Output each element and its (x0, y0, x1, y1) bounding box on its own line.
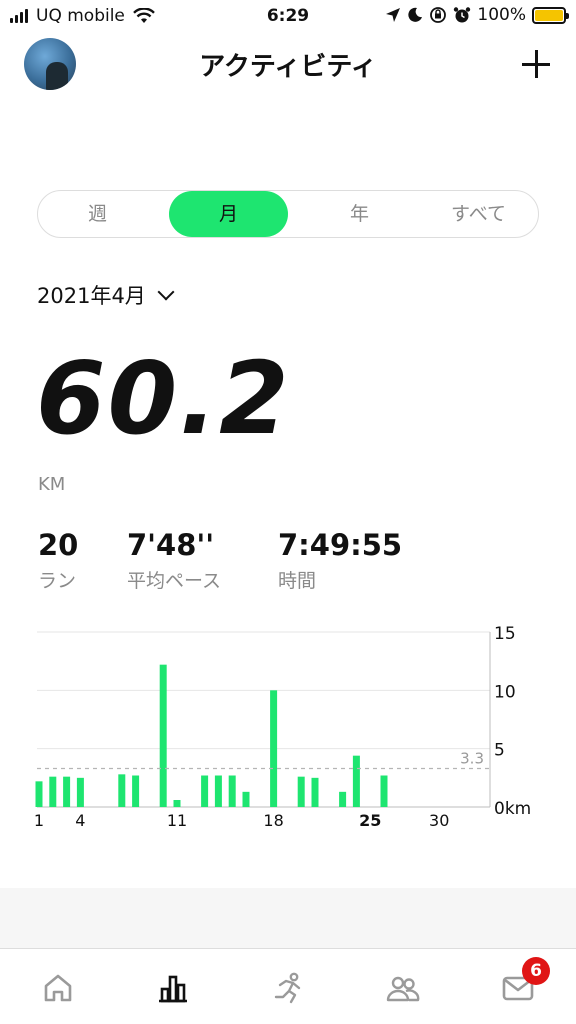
monthly-distance-chart: 15 10 5 0km 3.3 1 4 11 18 25 30 (34, 624, 531, 830)
y-tick-label: 15 (494, 624, 516, 644)
battery-icon (532, 6, 569, 24)
period-dropdown[interactable]: 2021年4月 (37, 280, 175, 310)
chart-bar (352, 755, 360, 807)
segment-month[interactable]: 月 (169, 191, 288, 237)
stat-runs-label: ラン (38, 570, 77, 592)
stat-pace: 7'48'' 平均ペース (127, 528, 221, 593)
y-tick-label: 10 (494, 682, 516, 702)
inbox-badge: 6 (522, 957, 551, 985)
moon-icon (408, 7, 423, 22)
rotation-lock-icon (430, 7, 447, 23)
stat-time-value: 7:49:55 (278, 528, 403, 562)
period-segmented-control: 週 月 年 すべて (37, 190, 539, 238)
stat-runs: 20 ラン (38, 528, 78, 593)
x-tick-label: 30 (429, 811, 449, 830)
tab-home[interactable] (0, 949, 115, 1024)
x-tick-label: 25 (359, 811, 381, 830)
chart-bar (201, 775, 209, 807)
tab-activity[interactable] (115, 949, 230, 1024)
chart-bar (380, 775, 388, 807)
page-title: アクティビティ (199, 52, 377, 82)
activity-screen: UQ mobile 6:29 100% アクティビティ 週 月 年 すべて 20… (0, 0, 576, 1024)
chart-bar (242, 791, 250, 807)
chart-bar (76, 777, 84, 807)
add-button[interactable] (522, 50, 550, 78)
tab-community[interactable] (346, 949, 461, 1024)
battery-percent: 100% (477, 5, 526, 25)
chart-bar (49, 776, 57, 807)
distance-unit: KM (38, 474, 66, 495)
x-tick-label: 1 (34, 811, 44, 830)
content-footer (0, 888, 576, 948)
chart-bar (159, 664, 167, 807)
stat-time-label: 時間 (278, 570, 317, 592)
stat-pace-label: 平均ペース (127, 570, 222, 592)
chart-bar (214, 775, 222, 807)
chart-bar (311, 777, 319, 807)
stat-pace-value: 7'48'' (127, 528, 215, 562)
stat-runs-value: 20 (38, 528, 79, 562)
x-tick-label: 11 (167, 811, 187, 830)
chart-bar (339, 791, 347, 807)
chevron-down-icon (157, 283, 175, 301)
segment-all[interactable]: すべて (419, 191, 538, 237)
run-icon (274, 972, 301, 1004)
total-distance: 60.2 (36, 340, 291, 457)
chart-bar (132, 775, 140, 807)
chart-bar (63, 776, 71, 807)
chart-bar (173, 800, 181, 807)
community-icon (387, 976, 420, 1002)
tab-run[interactable] (230, 949, 345, 1024)
status-bar: UQ mobile 6:29 100% (0, 0, 576, 34)
segment-year[interactable]: 年 (300, 191, 419, 237)
x-tick-label: 4 (75, 811, 85, 830)
y-tick-label: 0km (494, 799, 531, 819)
chart-bar (35, 781, 43, 807)
period-label: 2021年4月 (37, 284, 146, 308)
tab-inbox[interactable]: 6 (461, 949, 576, 1024)
status-right: 100% (385, 5, 569, 25)
x-tick-label: 18 (263, 811, 283, 830)
home-icon (44, 974, 71, 1002)
segment-week[interactable]: 週 (38, 191, 157, 237)
chart-bar (270, 690, 278, 807)
activity-chart-icon (158, 975, 187, 1003)
alarm-icon (454, 7, 471, 23)
y-tick-label: 5 (494, 741, 505, 761)
location-arrow-icon (386, 8, 401, 22)
stat-time: 7:49:55 時間 (278, 528, 402, 593)
chart-bar (228, 775, 236, 807)
tab-bar: 6 (0, 948, 576, 1024)
chart-bar (118, 774, 126, 807)
chart-bar (297, 776, 305, 807)
average-label: 3.3 (460, 750, 484, 768)
